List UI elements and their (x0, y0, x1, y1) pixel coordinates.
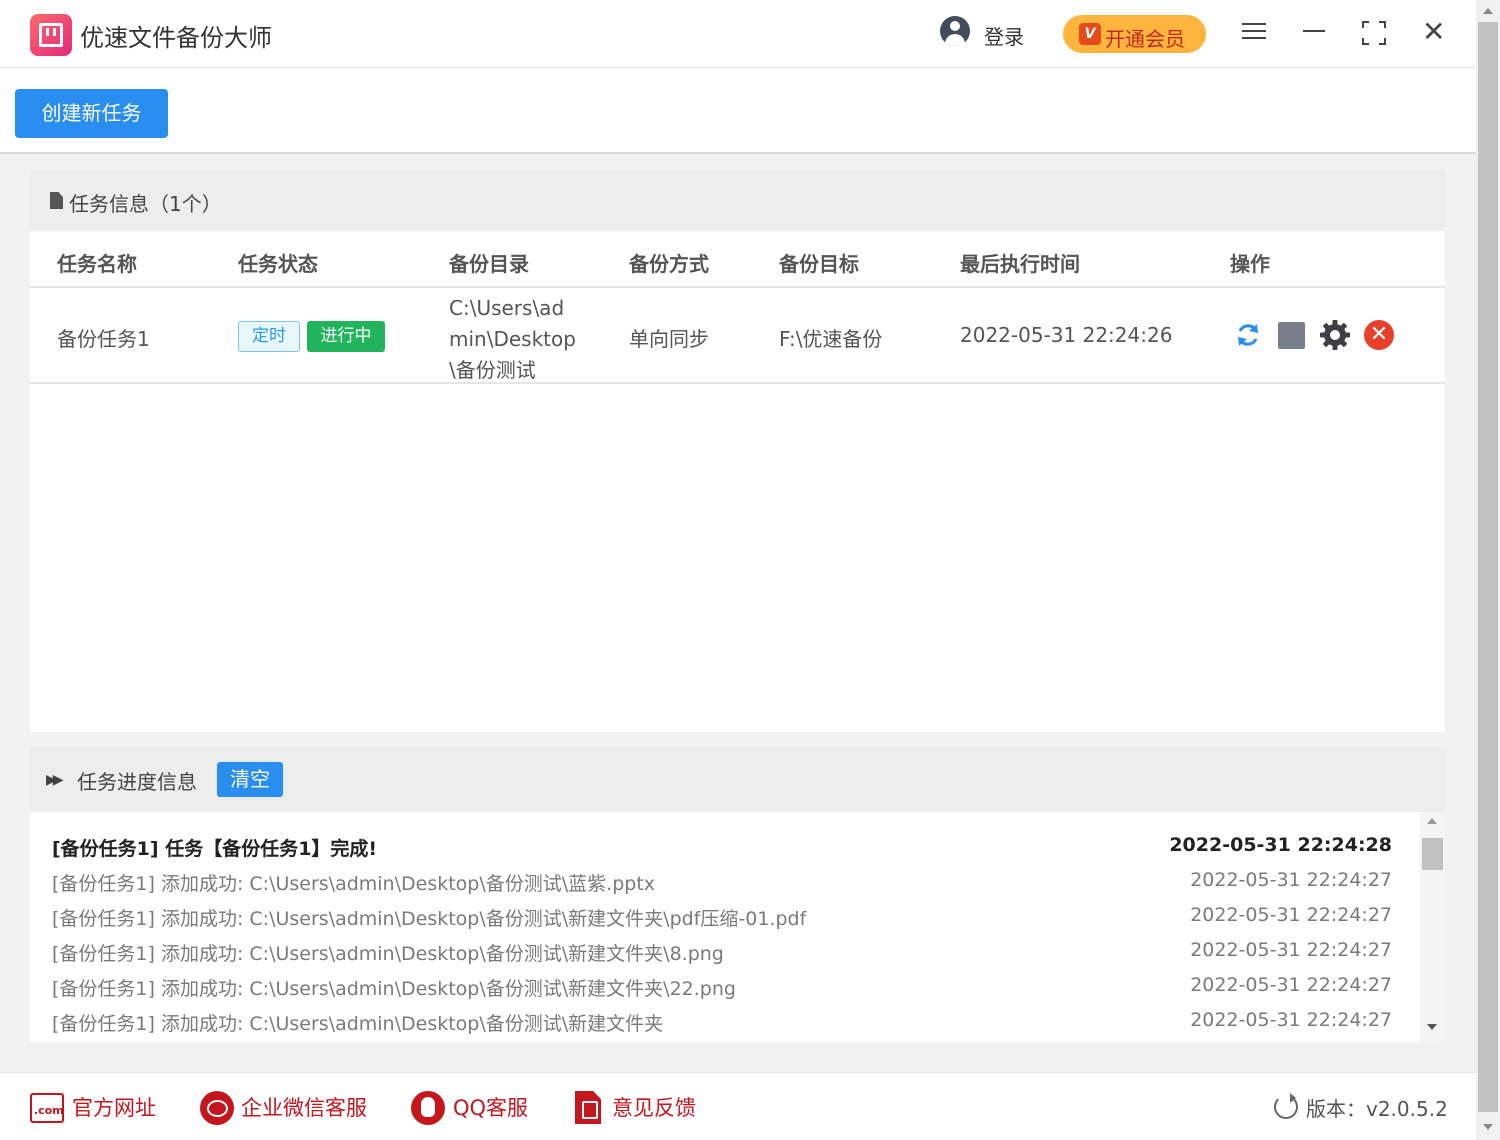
pdf-icon[interactable] (575, 1091, 601, 1124)
log-time: 2022-05-31 22:24:27 (1190, 869, 1392, 891)
clear-button[interactable]: 清空 (217, 762, 283, 797)
create-task-button[interactable]: 创建新任务 (15, 89, 168, 138)
col-backup-target: 备份目标 (779, 252, 859, 276)
col-task-name: 任务名称 (57, 252, 137, 276)
backup-target: F:\优速备份 (779, 327, 883, 351)
log-message: [备份任务1] 添加成功: C:\Users\admin\Desktop\备份测… (52, 978, 736, 1000)
document-icon (50, 192, 63, 209)
last-run-time: 2022-05-31 22:24:26 (960, 323, 1173, 347)
log-item: [备份任务1] 添加成功: C:\Users\admin\Desktop\备份测… (52, 869, 1392, 904)
log-message: [备份任务1] 添加成功: C:\Users\admin\Desktop\备份测… (52, 908, 807, 930)
user-icon[interactable] (940, 16, 970, 46)
log-message: [备份任务1] 添加成功: C:\Users\admin\Desktop\备份测… (52, 1013, 664, 1035)
app-title: 优速文件备份大师 (80, 24, 272, 52)
log-item: [备份任务1] 添加成功: C:\Users\admin\Desktop\备份测… (52, 939, 1392, 974)
app-logo-icon (30, 14, 72, 56)
wechat-service-link[interactable]: 企业微信客服 (241, 1092, 367, 1122)
vip-icon: V (1079, 23, 1101, 45)
stop-icon[interactable] (1278, 322, 1305, 349)
footer: .com 官方网址 企业微信客服 QQ客服 意见反馈 版本：v2.0.5.2 (0, 1072, 1476, 1140)
log-time: 2022-05-31 22:24:27 (1190, 904, 1392, 926)
login-link[interactable]: 登录 (984, 21, 1024, 50)
qq-service-link[interactable]: QQ客服 (453, 1092, 528, 1122)
task-panel-title: 任务信息（1个） (69, 192, 222, 216)
col-last-run: 最后执行时间 (960, 252, 1080, 276)
progress-panel-header: ▶▶ 任务进度信息 清空 (30, 747, 1445, 812)
window-scrollbar[interactable] (1476, 0, 1500, 1140)
log-item: [备份任务1] 添加成功: C:\Users\admin\Desktop\备份测… (52, 1009, 1392, 1042)
task-panel-header: 任务信息（1个） (30, 170, 1445, 231)
maximize-icon[interactable] (1362, 21, 1386, 45)
vip-label: 开通会员 (1105, 27, 1185, 51)
qq-icon[interactable] (411, 1091, 445, 1125)
version-label: 版本：v2.0.5.2 (1306, 1097, 1448, 1121)
col-task-status: 任务状态 (238, 252, 318, 276)
menu-icon[interactable] (1242, 23, 1266, 41)
col-backup-dir: 备份目录 (449, 252, 529, 276)
delete-icon[interactable]: ✕ (1364, 320, 1394, 350)
log-scrollbar[interactable] (1420, 812, 1445, 1042)
scroll-thumb[interactable] (1422, 838, 1443, 870)
task-name: 备份任务1 (57, 327, 150, 351)
scroll-up-icon[interactable] (1483, 8, 1493, 14)
progress-panel: ▶▶ 任务进度信息 清空 [备份任务1] 任务【备份任务1】完成! 2022-0… (30, 747, 1445, 1042)
fast-forward-icon: ▶▶ (46, 772, 63, 788)
col-backup-method: 备份方式 (629, 252, 709, 276)
backup-method: 单向同步 (629, 327, 709, 351)
scroll-down-icon[interactable] (1427, 1024, 1437, 1030)
log-item: [备份任务1] 添加成功: C:\Users\admin\Desktop\备份测… (52, 974, 1392, 1009)
vip-button[interactable]: V 开通会员 (1063, 15, 1206, 53)
status-badge: 进行中 (307, 321, 385, 352)
toolbar: 创建新任务 (0, 68, 1476, 154)
col-actions: 操作 (1230, 252, 1270, 276)
scroll-up-icon[interactable] (1427, 818, 1437, 824)
wechat-icon[interactable] (200, 1091, 234, 1125)
task-table-header: 任务名称 任务状态 备份目录 备份方式 备份目标 最后执行时间 操作 (30, 231, 1445, 288)
website-icon[interactable]: .com (30, 1093, 64, 1123)
progress-panel-title: 任务进度信息 (77, 770, 197, 794)
log-item: [备份任务1] 添加成功: C:\Users\admin\Desktop\备份测… (52, 904, 1392, 939)
title-bar: 优速文件备份大师 登录 V 开通会员 ✕ (0, 0, 1476, 68)
source-dir: C:\Users\admin\Desktop\备份测试 (449, 296, 576, 382)
refresh-icon[interactable] (1274, 1093, 1298, 1119)
scroll-down-icon[interactable] (1483, 1124, 1493, 1130)
log-time: 2022-05-31 22:24:27 (1190, 974, 1392, 996)
feedback-link[interactable]: 意见反馈 (612, 1092, 696, 1122)
log-message: [备份任务1] 添加成功: C:\Users\admin\Desktop\备份测… (52, 873, 656, 895)
scroll-thumb[interactable] (1478, 22, 1498, 1112)
official-site-link[interactable]: 官方网址 (72, 1092, 156, 1122)
settings-icon[interactable] (1319, 319, 1351, 351)
sync-icon[interactable] (1233, 320, 1263, 350)
close-icon[interactable]: ✕ (1422, 18, 1445, 46)
minimize-icon[interactable] (1303, 30, 1325, 32)
log-list[interactable]: [备份任务1] 任务【备份任务1】完成! 2022-05-31 22:24:28… (30, 812, 1420, 1042)
log-time: 2022-05-31 22:24:27 (1190, 1009, 1392, 1031)
log-message: [备份任务1] 添加成功: C:\Users\admin\Desktop\备份测… (52, 943, 724, 965)
log-time: 2022-05-31 22:24:28 (1169, 834, 1392, 856)
log-message: [备份任务1] 任务【备份任务1】完成! (52, 838, 378, 860)
table-row[interactable]: 备份任务1 定时 进行中 C:\Users\admin\Desktop\备份测试… (30, 288, 1445, 384)
task-info-panel: 任务信息（1个） 任务名称 任务状态 备份目录 备份方式 备份目标 最后执行时间… (30, 170, 1445, 732)
website-icon-text: .com (34, 1104, 64, 1117)
timer-tag: 定时 (238, 321, 300, 352)
log-item: [备份任务1] 任务【备份任务1】完成! 2022-05-31 22:24:28 (52, 834, 1392, 869)
log-time: 2022-05-31 22:24:27 (1190, 939, 1392, 961)
